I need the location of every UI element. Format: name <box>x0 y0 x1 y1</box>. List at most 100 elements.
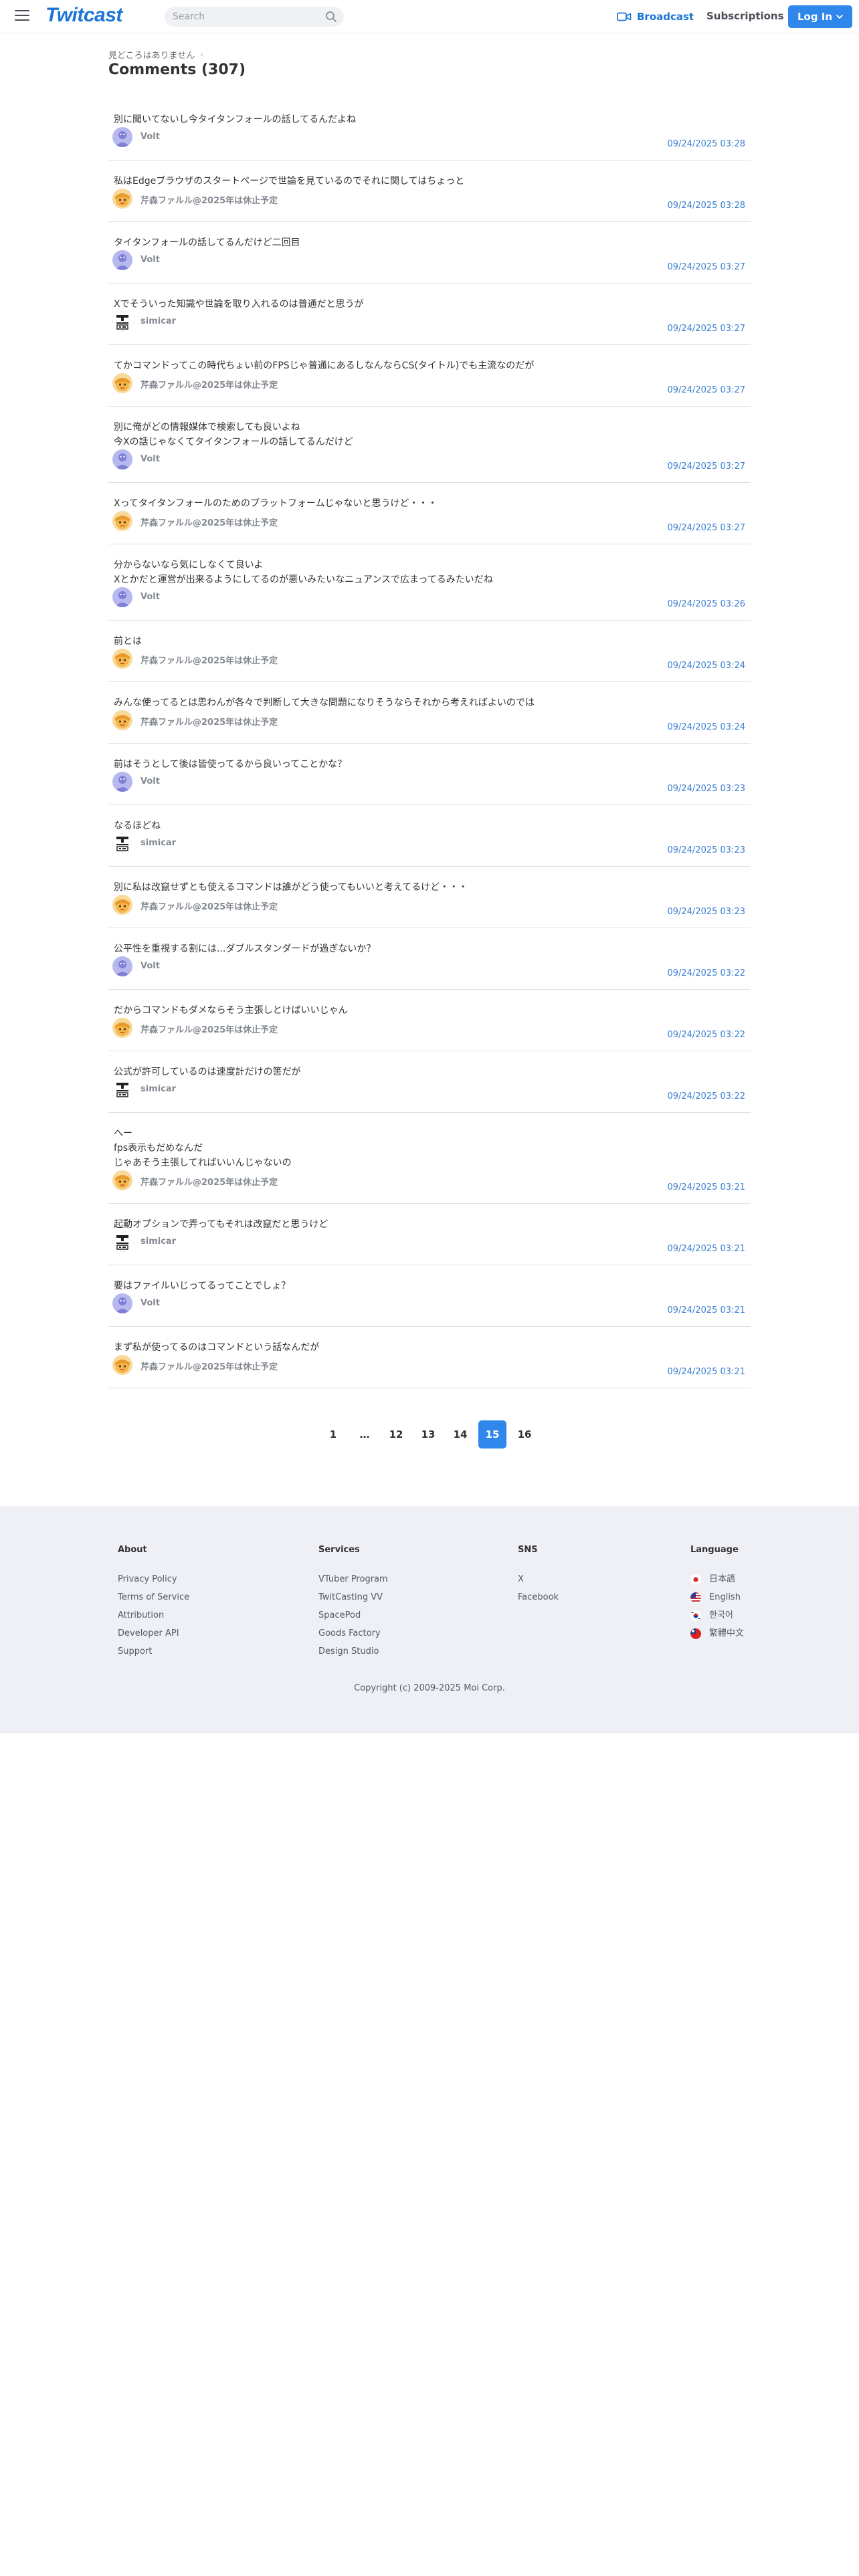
footer-link[interactable]: Privacy Policy <box>118 1570 189 1588</box>
comment-timestamp[interactable]: 09/24/2025 03:21 <box>667 1244 745 1254</box>
comment-timestamp[interactable]: 09/24/2025 03:22 <box>667 968 745 978</box>
hamburger-menu-icon[interactable] <box>15 10 29 22</box>
footer-link[interactable]: Developer API <box>118 1624 189 1642</box>
footer-link[interactable]: Terms of Service <box>118 1588 189 1606</box>
comment-username[interactable]: 芹森ファルル@2025年は休止予定 <box>140 1023 278 1035</box>
user-avatar[interactable] <box>112 895 132 915</box>
user-avatar[interactable] <box>112 956 132 976</box>
footer-link[interactable]: Support <box>118 1642 189 1660</box>
user-avatar[interactable] <box>112 1293 132 1313</box>
comment-timestamp[interactable]: 09/24/2025 03:21 <box>667 1305 745 1315</box>
user-avatar[interactable] <box>112 710 132 730</box>
comment-timestamp[interactable]: 09/24/2025 03:23 <box>667 784 745 794</box>
comment-username[interactable]: 芹森ファルル@2025年は休止予定 <box>140 516 278 528</box>
comment-username[interactable]: simicar <box>140 316 176 326</box>
comment-username[interactable]: Volt <box>140 255 160 265</box>
user-avatar[interactable] <box>112 127 132 147</box>
user-avatar[interactable] <box>112 312 132 332</box>
comment-timestamp[interactable]: 09/24/2025 03:24 <box>667 722 745 732</box>
comment-username[interactable]: simicar <box>140 1084 176 1094</box>
user-avatar[interactable] <box>112 1355 132 1375</box>
comment-username[interactable]: Volt <box>140 454 160 464</box>
subscriptions-link[interactable]: Subscriptions <box>706 10 784 22</box>
footer-link[interactable]: Facebook <box>518 1588 559 1606</box>
comment-timestamp[interactable]: 09/24/2025 03:26 <box>667 599 745 609</box>
comment-username[interactable]: 芹森ファルル@2025年は休止予定 <box>140 899 278 912</box>
comment-timestamp[interactable]: 09/24/2025 03:27 <box>667 523 745 533</box>
comment-text: 前はそうとして後は皆使ってるから良いってことかな？ <box>114 757 347 772</box>
broadcast-button[interactable]: Broadcast <box>617 9 694 24</box>
user-avatar[interactable] <box>112 449 132 469</box>
user-avatar[interactable] <box>112 772 132 792</box>
page-button-13[interactable]: 13 <box>414 1420 442 1448</box>
comment-timestamp[interactable]: 09/24/2025 03:23 <box>667 845 745 855</box>
user-avatar[interactable] <box>112 649 132 669</box>
comment-username[interactable]: 芹森ファルル@2025年は休止予定 <box>140 378 278 391</box>
comment-username[interactable]: 芹森ファルル@2025年は休止予定 <box>140 193 278 206</box>
comment-item: てかコマンドってこの時代ちょい前のFPSじゃ普通にあるしなんならCS(タイトル)… <box>108 345 751 407</box>
user-avatar[interactable] <box>112 511 132 531</box>
footer-link[interactable]: 日本語 <box>690 1570 744 1588</box>
comment-timestamp[interactable]: 09/24/2025 03:21 <box>667 1182 745 1192</box>
comment-username[interactable]: 芹森ファルル@2025年は休止予定 <box>140 715 278 728</box>
comment-username[interactable]: Volt <box>140 1298 160 1308</box>
comment-username[interactable]: 芹森ファルル@2025年は休止予定 <box>140 653 278 666</box>
comment-timestamp[interactable]: 09/24/2025 03:22 <box>667 1030 745 1040</box>
page-button-1[interactable]: 1 <box>319 1420 347 1448</box>
user-avatar[interactable] <box>112 1079 132 1099</box>
user-avatar[interactable] <box>112 189 132 209</box>
footer-link[interactable]: 繁體中文 <box>690 1624 744 1642</box>
user-avatar[interactable] <box>112 1170 132 1190</box>
footer-link[interactable]: TwitCasting VV <box>318 1588 388 1606</box>
user-avatar[interactable] <box>112 250 132 270</box>
pagination: 1 … 12 13 14 15 16 <box>0 1420 859 1448</box>
user-avatar[interactable] <box>112 587 132 607</box>
user-avatar[interactable] <box>112 833 132 853</box>
comment-username[interactable]: simicar <box>140 1237 176 1247</box>
comment-timestamp[interactable]: 09/24/2025 03:22 <box>667 1091 745 1101</box>
comment-timestamp[interactable]: 09/24/2025 03:28 <box>667 201 745 211</box>
comment-username[interactable]: 芹森ファルル@2025年は休止予定 <box>140 1360 278 1372</box>
footer-link[interactable]: Goods Factory <box>318 1624 388 1642</box>
footer-link[interactable]: Design Studio <box>318 1642 388 1660</box>
footer-link[interactable]: Attribution <box>118 1606 189 1624</box>
search-input[interactable] <box>173 7 320 27</box>
page-button-12[interactable]: 12 <box>382 1420 410 1448</box>
site-logo[interactable]: Twitcast <box>45 4 122 27</box>
comment-username[interactable]: 芹森ファルル@2025年は休止予定 <box>140 1175 278 1188</box>
comment-list: 別に聞いてないし今タイタンフォールの話してるんだよね Volt 09/24/2025… <box>108 99 751 1388</box>
comment-username[interactable]: Volt <box>140 961 160 971</box>
user-avatar[interactable] <box>112 1232 132 1252</box>
comment-timestamp[interactable]: 09/24/2025 03:24 <box>667 661 745 671</box>
page-button-14[interactable]: 14 <box>446 1420 474 1448</box>
comment-timestamp[interactable]: 09/24/2025 03:21 <box>667 1367 745 1377</box>
comment-timestamp[interactable]: 09/24/2025 03:27 <box>667 324 745 334</box>
comment-item: 別に私は改竄せずとも使えるコマンドは誰がどう使ってもいいと考えてるけど・・・ 芹森… <box>108 867 751 928</box>
footer-link[interactable]: SpacePod <box>318 1606 388 1624</box>
footer-link[interactable]: X <box>518 1570 559 1588</box>
footer-link-label: Privacy Policy <box>118 1574 177 1584</box>
footer-link[interactable]: English <box>690 1588 744 1606</box>
comment-timestamp[interactable]: 09/24/2025 03:23 <box>667 907 745 917</box>
comment-text: てかコマンドってこの時代ちょい前のFPSじゃ普通にあるしなんならCS(タイトル)… <box>114 358 534 373</box>
page-button-16[interactable]: 16 <box>510 1420 539 1448</box>
search-icon[interactable] <box>325 11 337 23</box>
footer-link[interactable]: VTuber Program <box>318 1570 388 1588</box>
comment-username[interactable]: Volt <box>140 776 160 786</box>
comment-username[interactable]: Volt <box>140 132 160 142</box>
comment-username[interactable]: simicar <box>140 838 176 848</box>
footer-language: Language 日本語 English 한국어 繁體中文 <box>690 1545 744 1642</box>
user-avatar[interactable] <box>112 373 132 393</box>
comment-timestamp[interactable]: 09/24/2025 03:27 <box>667 262 745 272</box>
breadcrumb[interactable]: 見どころはありません › <box>108 48 203 61</box>
user-avatar[interactable] <box>112 1018 132 1038</box>
comment-timestamp[interactable]: 09/24/2025 03:27 <box>667 461 745 471</box>
comment-timestamp[interactable]: 09/24/2025 03:27 <box>667 385 745 395</box>
page-button-15[interactable]: 15 <box>478 1420 506 1448</box>
comment-username[interactable]: Volt <box>140 592 160 602</box>
login-button[interactable]: Log In <box>788 5 852 28</box>
comment-text: みんな使ってるとは思わんが各々で判断して大きな問題になりそうならそれから考えれば… <box>114 695 535 710</box>
comment-text: 分からないなら気にしなくて良いよ Xとかだと運営が出来るようにしてるのが悪いみたい… <box>114 558 493 587</box>
comment-timestamp[interactable]: 09/24/2025 03:28 <box>667 139 745 149</box>
footer-link[interactable]: 한국어 <box>690 1606 744 1624</box>
